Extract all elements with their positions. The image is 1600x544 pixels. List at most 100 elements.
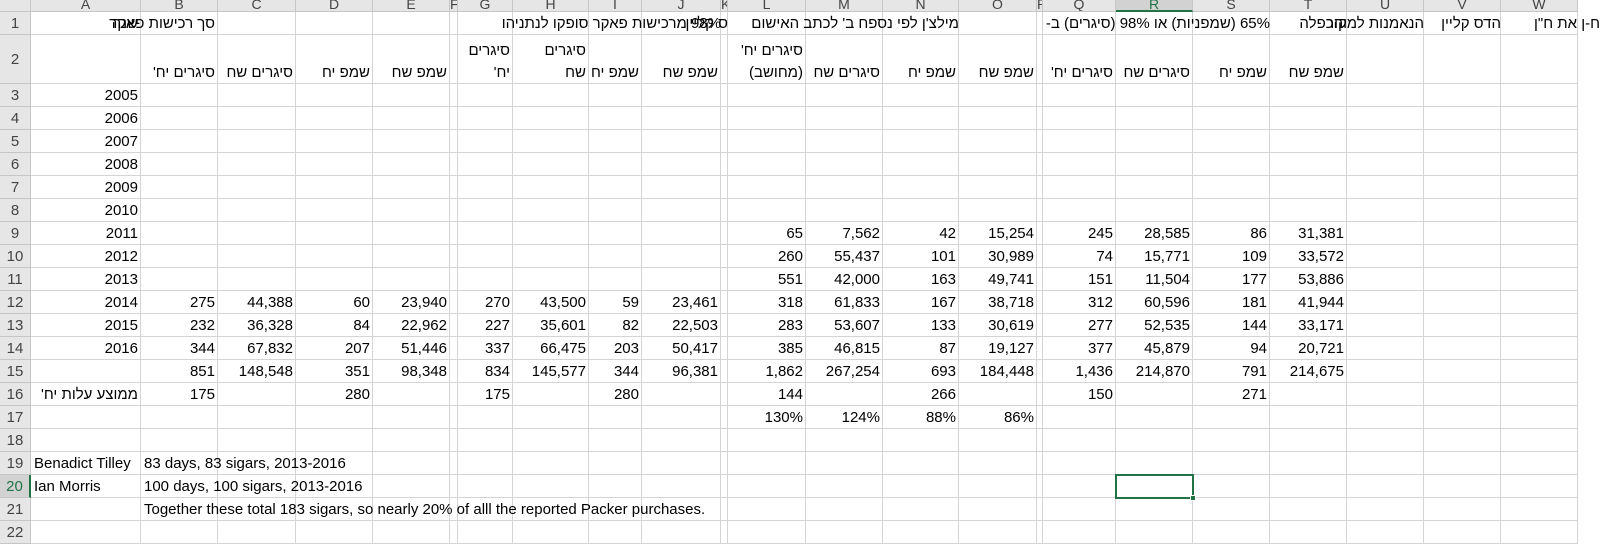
cell-K3[interactable] <box>721 84 728 107</box>
cell-U6[interactable] <box>1347 153 1424 176</box>
cell-H7[interactable] <box>513 176 589 199</box>
cell-C16[interactable] <box>218 383 296 406</box>
cell-J17[interactable] <box>642 406 721 429</box>
row-header-5[interactable]: 5 <box>0 130 31 153</box>
cell-Q6[interactable] <box>1043 153 1116 176</box>
column-header-T[interactable]: T <box>1270 0 1347 12</box>
cell-F13[interactable] <box>450 314 458 337</box>
cell-D11[interactable] <box>296 268 373 291</box>
cell-O8[interactable] <box>959 199 1037 222</box>
cell-T7[interactable] <box>1270 176 1347 199</box>
cell-U14[interactable] <box>1347 337 1424 360</box>
cell-C7[interactable] <box>218 176 296 199</box>
cell-N21[interactable] <box>883 498 959 521</box>
cell-O20[interactable] <box>959 475 1037 498</box>
cell-V14[interactable] <box>1424 337 1501 360</box>
cell-O21[interactable] <box>959 498 1037 521</box>
cell-W15[interactable] <box>1501 360 1578 383</box>
cell-Q21[interactable] <box>1043 498 1116 521</box>
cell-O4[interactable] <box>959 107 1037 130</box>
cell-W21[interactable] <box>1501 498 1578 521</box>
cell-V8[interactable] <box>1424 199 1501 222</box>
cell-F7[interactable] <box>450 176 458 199</box>
cell-U18[interactable] <box>1347 429 1424 452</box>
cell-K10[interactable] <box>721 245 728 268</box>
cell-C1[interactable] <box>218 12 296 35</box>
cell-V3[interactable] <box>1424 84 1501 107</box>
row-header-8[interactable]: 8 <box>0 199 31 222</box>
column-header-D[interactable]: D <box>296 0 373 12</box>
cell-E20[interactable] <box>373 475 450 498</box>
cell-S22[interactable] <box>1193 521 1270 544</box>
cell-F4[interactable] <box>450 107 458 130</box>
cell-K22[interactable] <box>721 521 728 544</box>
cell-A22[interactable] <box>31 521 141 544</box>
cell-T22[interactable] <box>1270 521 1347 544</box>
cell-H19[interactable] <box>513 452 589 475</box>
cell-D9[interactable] <box>296 222 373 245</box>
column-header-G[interactable]: G <box>458 0 513 12</box>
column-header-L[interactable]: L <box>728 0 806 12</box>
cell-I3[interactable] <box>589 84 642 107</box>
spreadsheet-grid[interactable]: ABCDEFGHIJKLMNOPQRSTUVW12345678910111213… <box>0 0 1600 544</box>
cell-G6[interactable] <box>458 153 513 176</box>
cell-J10[interactable] <box>642 245 721 268</box>
cell-U17[interactable] <box>1347 406 1424 429</box>
cell-V19[interactable] <box>1424 452 1501 475</box>
cell-W5[interactable] <box>1501 130 1578 153</box>
row-header-11[interactable]: 11 <box>0 268 31 291</box>
cell-W4[interactable] <box>1501 107 1578 130</box>
cell-S17[interactable] <box>1193 406 1270 429</box>
cell-E10[interactable] <box>373 245 450 268</box>
cell-K11[interactable] <box>721 268 728 291</box>
cell-K17[interactable] <box>721 406 728 429</box>
row-header-21[interactable]: 21 <box>0 498 31 521</box>
cell-U3[interactable] <box>1347 84 1424 107</box>
cell-C18[interactable] <box>218 429 296 452</box>
cell-K18[interactable] <box>721 429 728 452</box>
cell-V5[interactable] <box>1424 130 1501 153</box>
column-header-N[interactable]: N <box>883 0 959 12</box>
cell-R4[interactable] <box>1116 107 1193 130</box>
cell-W14[interactable] <box>1501 337 1578 360</box>
cell-G3[interactable] <box>458 84 513 107</box>
cell-H22[interactable] <box>513 521 589 544</box>
cell-H20[interactable] <box>513 475 589 498</box>
cell-W11[interactable] <box>1501 268 1578 291</box>
cell-E5[interactable] <box>373 130 450 153</box>
cell-K4[interactable] <box>721 107 728 130</box>
cell-E19[interactable] <box>373 452 450 475</box>
cell-W19[interactable] <box>1501 452 1578 475</box>
row-header-9[interactable]: 9 <box>0 222 31 245</box>
cell-G4[interactable] <box>458 107 513 130</box>
cell-I4[interactable] <box>589 107 642 130</box>
cell-V13[interactable] <box>1424 314 1501 337</box>
cell-T3[interactable] <box>1270 84 1347 107</box>
cell-T4[interactable] <box>1270 107 1347 130</box>
row-header-1[interactable]: 1 <box>0 12 31 35</box>
cell-F1[interactable] <box>450 12 458 35</box>
cell-W3[interactable] <box>1501 84 1578 107</box>
row-header-20[interactable]: 20 <box>0 475 31 498</box>
cell-E18[interactable] <box>373 429 450 452</box>
cell-D18[interactable] <box>296 429 373 452</box>
column-header-Q[interactable]: Q <box>1043 0 1116 12</box>
cell-F11[interactable] <box>450 268 458 291</box>
cell-B4[interactable] <box>141 107 218 130</box>
cell-C17[interactable] <box>218 406 296 429</box>
cell-L22[interactable] <box>728 521 806 544</box>
cell-L3[interactable] <box>728 84 806 107</box>
cell-C6[interactable] <box>218 153 296 176</box>
cell-L8[interactable] <box>728 199 806 222</box>
cell-N19[interactable] <box>883 452 959 475</box>
cell-Q22[interactable] <box>1043 521 1116 544</box>
cell-Q3[interactable] <box>1043 84 1116 107</box>
cell-R3[interactable] <box>1116 84 1193 107</box>
cell-G7[interactable] <box>458 176 513 199</box>
column-header-S[interactable]: S <box>1193 0 1270 12</box>
cell-W8[interactable] <box>1501 199 1578 222</box>
cell-N8[interactable] <box>883 199 959 222</box>
cell-F5[interactable] <box>450 130 458 153</box>
cell-C4[interactable] <box>218 107 296 130</box>
cell-I7[interactable] <box>589 176 642 199</box>
